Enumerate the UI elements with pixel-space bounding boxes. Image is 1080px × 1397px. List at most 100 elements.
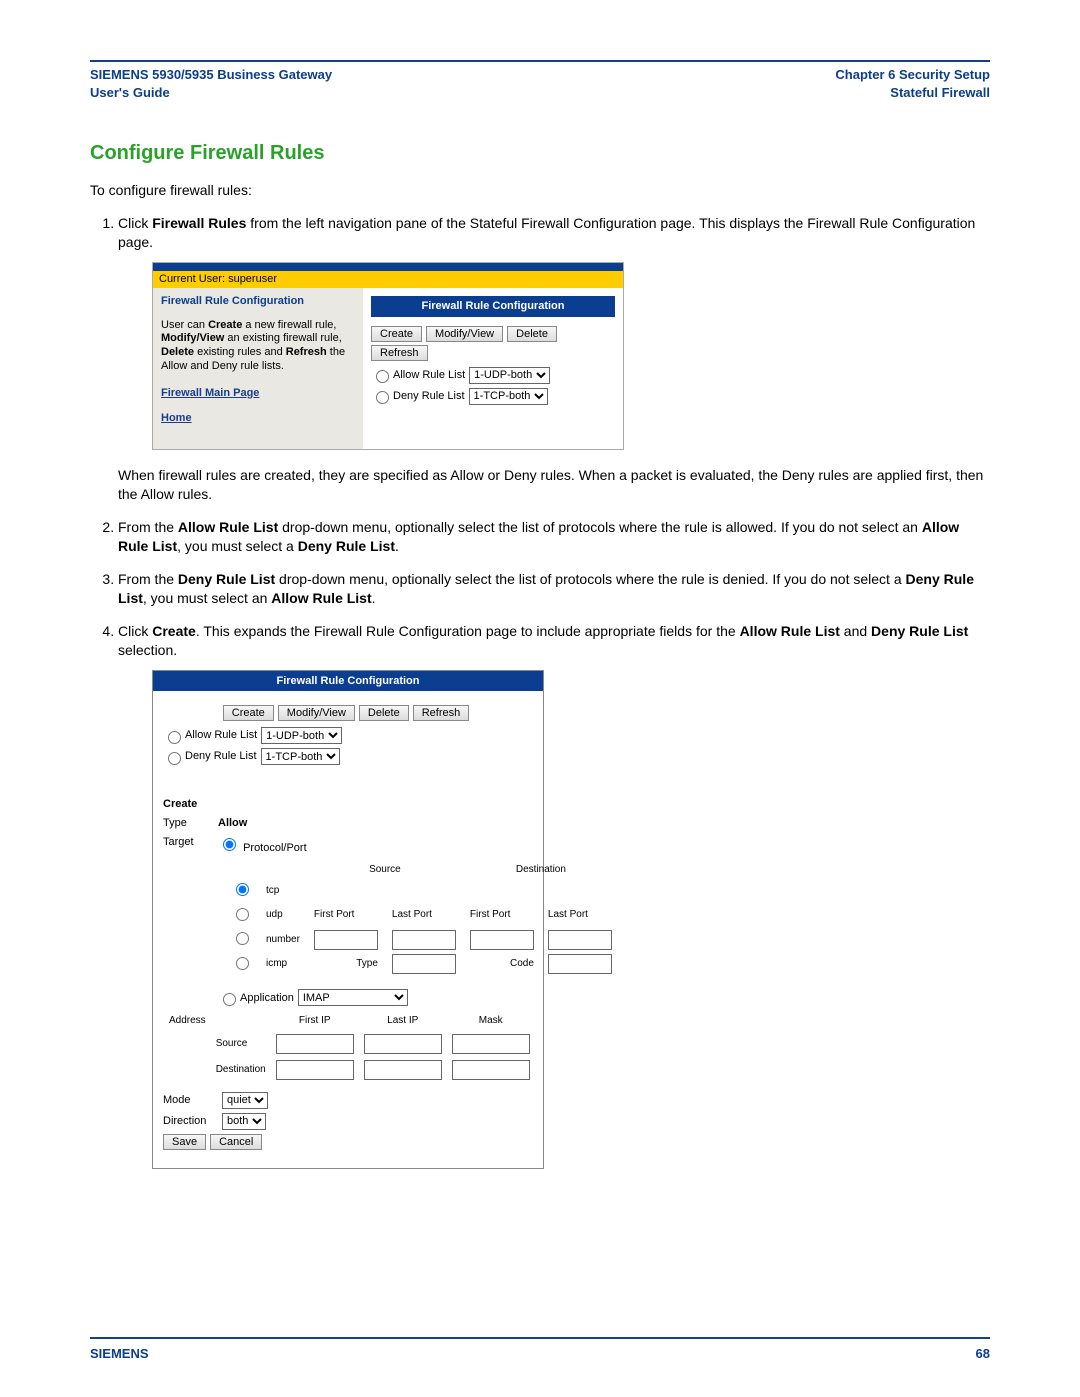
chapter-title: Chapter 6 Security Setup — [835, 66, 990, 84]
first-ip-h: First IP — [272, 1012, 358, 1030]
delete-button[interactable]: Delete — [359, 705, 409, 721]
application-radio[interactable] — [223, 993, 236, 1006]
link-firewall-main[interactable]: Firewall Main Page — [161, 386, 259, 401]
last-ip-h: Last IP — [360, 1012, 446, 1030]
number-radio[interactable] — [236, 932, 249, 945]
icmp-code-label: Code — [464, 953, 540, 976]
footer-rule — [90, 1337, 990, 1339]
footer: SIEMENS 68 — [90, 1346, 990, 1361]
direction-select[interactable]: both — [222, 1113, 266, 1130]
sidebar-help-text: User can Create a new firewall rule, Mod… — [161, 319, 355, 374]
number-label: number — [260, 928, 306, 951]
icmp-radio[interactable] — [236, 957, 249, 970]
tcp-label: tcp — [260, 879, 306, 902]
refresh-button[interactable]: Refresh — [413, 705, 470, 721]
allow-rule-label: Allow Rule List — [185, 728, 257, 743]
protocol-port-radio[interactable] — [223, 838, 236, 851]
allow-rule-row: Allow Rule List 1-UDP-both — [371, 367, 615, 384]
allow-rule-radio[interactable] — [168, 731, 181, 744]
header-left: SIEMENS 5930/5935 Business Gateway User'… — [90, 66, 332, 102]
dst-last-port-input[interactable] — [548, 930, 612, 950]
src-last-port-input[interactable] — [392, 930, 456, 950]
window-titlebar — [153, 263, 623, 271]
col-source: Source — [308, 862, 462, 878]
modify-view-button[interactable]: Modify/View — [426, 326, 503, 342]
footer-page: 68 — [976, 1346, 990, 1361]
create-section: Create TypeAllow Target Protocol/Port So… — [163, 797, 533, 1150]
step-4: Click Create. This expands the Firewall … — [118, 622, 990, 1169]
header-right: Chapter 6 Security Setup Stateful Firewa… — [835, 66, 990, 102]
button-row: CreateModify/ViewDelete Refresh — [371, 323, 615, 361]
dst-mask-input[interactable] — [452, 1060, 530, 1080]
deny-rule-radio[interactable] — [168, 752, 181, 765]
button-row: CreateModify/ViewDeleteRefresh — [163, 705, 533, 721]
icmp-type-label: Type — [308, 953, 384, 976]
step1-followup: When firewall rules are created, they ar… — [118, 466, 990, 504]
first-port-src-h: First Port — [308, 904, 384, 927]
address-table: Address First IP Last IP Mask Source — [163, 1010, 536, 1084]
mode-label: Mode — [163, 1093, 218, 1108]
sidebar-title: Firewall Rule Configuration — [161, 294, 355, 309]
dst-last-ip-input[interactable] — [364, 1060, 442, 1080]
doc-title: SIEMENS 5930/5935 Business Gateway — [90, 66, 332, 84]
src-first-ip-input[interactable] — [276, 1034, 354, 1054]
dst-first-ip-input[interactable] — [276, 1060, 354, 1080]
src-mask-input[interactable] — [452, 1034, 530, 1054]
deny-rule-row: Deny Rule List 1-TCP-both — [163, 748, 533, 765]
application-select[interactable]: IMAP — [298, 989, 408, 1006]
src-first-port-input[interactable] — [314, 930, 378, 950]
sidebar-panel: Firewall Rule Configuration User can Cre… — [153, 288, 363, 450]
refresh-button[interactable]: Refresh — [371, 345, 428, 361]
create-button[interactable]: Create — [371, 326, 422, 342]
cancel-button[interactable]: Cancel — [210, 1134, 262, 1150]
screenshot-firewall-rule-config: Current User: superuser Firewall Rule Co… — [152, 262, 624, 450]
addr-dest-label: Destination — [212, 1058, 270, 1082]
delete-button[interactable]: Delete — [507, 326, 557, 342]
screenshot-firewall-rule-create: Firewall Rule Configuration CreateModify… — [152, 670, 544, 1169]
addr-source-label: Source — [212, 1032, 270, 1056]
last-port-dst-h: Last Port — [542, 904, 618, 927]
panel-title: Firewall Rule Configuration — [153, 671, 543, 692]
type-label: Type — [163, 816, 218, 831]
mask-h: Mask — [448, 1012, 534, 1030]
dst-first-port-input[interactable] — [470, 930, 534, 950]
page: SIEMENS 5930/5935 Business Gateway User'… — [0, 0, 1080, 1397]
udp-radio[interactable] — [236, 908, 249, 921]
deny-rule-radio[interactable] — [376, 391, 389, 404]
deny-rule-select[interactable]: 1-TCP-both — [469, 388, 548, 405]
icmp-label: icmp — [260, 953, 306, 976]
deny-rule-select[interactable]: 1-TCP-both — [261, 748, 340, 765]
first-port-dst-h: First Port — [464, 904, 540, 927]
create-heading: Create — [163, 797, 533, 812]
save-button[interactable]: Save — [163, 1134, 206, 1150]
step-2: From the Allow Rule List drop-down menu,… — [118, 518, 990, 556]
config-panel: Firewall Rule Configuration CreateModify… — [363, 288, 623, 450]
protocol-grid: Source Destination tcp udp — [223, 860, 620, 978]
panel-title: Firewall Rule Configuration — [371, 296, 615, 317]
allow-rule-select[interactable]: 1-UDP-both — [261, 727, 342, 744]
src-last-ip-input[interactable] — [364, 1034, 442, 1054]
deny-rule-row: Deny Rule List 1-TCP-both — [371, 388, 615, 405]
allow-rule-radio[interactable] — [376, 370, 389, 383]
footer-brand: SIEMENS — [90, 1346, 149, 1361]
create-button[interactable]: Create — [223, 705, 274, 721]
allow-rule-row: Allow Rule List 1-UDP-both — [163, 727, 533, 744]
modify-view-button[interactable]: Modify/View — [278, 705, 355, 721]
address-label: Address — [165, 1012, 210, 1030]
deny-rule-label: Deny Rule List — [393, 389, 465, 404]
doc-subtitle: User's Guide — [90, 84, 332, 102]
col-destination: Destination — [464, 862, 618, 878]
chapter-sub: Stateful Firewall — [835, 84, 990, 102]
mode-select[interactable]: quiet — [222, 1092, 268, 1109]
last-port-src-h: Last Port — [386, 904, 462, 927]
allow-rule-select[interactable]: 1-UDP-both — [469, 367, 550, 384]
icmp-code-input[interactable] — [548, 954, 612, 974]
target-label: Target — [163, 835, 218, 850]
type-value: Allow — [218, 816, 247, 831]
allow-rule-label: Allow Rule List — [393, 368, 465, 383]
step-1: Click Firewall Rules from the left navig… — [118, 214, 990, 504]
icmp-type-input[interactable] — [392, 954, 456, 974]
tcp-radio[interactable] — [236, 883, 249, 896]
step-3: From the Deny Rule List drop-down menu, … — [118, 570, 990, 608]
link-home[interactable]: Home — [161, 411, 192, 426]
